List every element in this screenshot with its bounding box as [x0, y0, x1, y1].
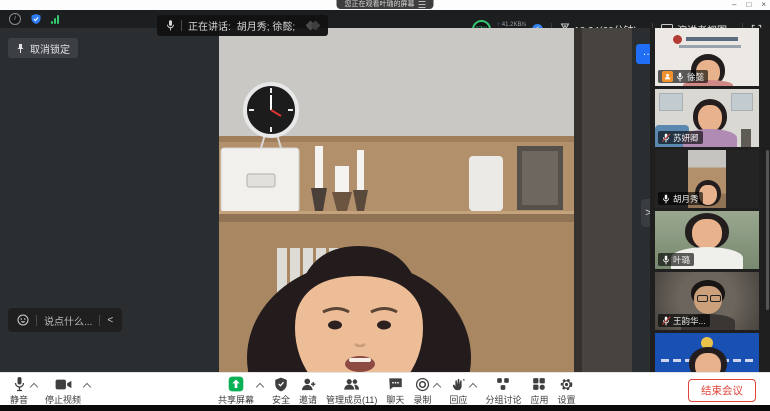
invite-button[interactable]: 邀请 — [299, 376, 317, 406]
participant-tile-liutao[interactable]: 刘涛 — [655, 333, 759, 372]
mic-muted-icon — [662, 316, 670, 326]
sidebar-scrollbar[interactable] — [766, 150, 769, 310]
share-screen-icon — [228, 376, 244, 392]
chat-input[interactable]: 说点什么... — [44, 313, 92, 328]
main-video-stage: 取消锁定 … 说点什么... < > — [0, 28, 650, 372]
record-options-caret[interactable] — [433, 383, 441, 391]
mic-options-caret[interactable] — [30, 383, 38, 391]
more-options-button[interactable]: … — [636, 44, 650, 64]
mute-button[interactable]: 静音 — [10, 376, 28, 406]
sidebar-toggle-handle[interactable]: > — [641, 199, 650, 227]
record-icon — [415, 376, 430, 392]
participant-tile-yelu[interactable]: 叶璐 — [655, 211, 759, 269]
chat-collapse-button[interactable]: < — [107, 315, 113, 326]
security-button[interactable]: 安全 — [272, 376, 290, 406]
participants-sidebar: 徐懿 苏妍卿 — [650, 28, 770, 372]
reaction-hand-icon — [451, 376, 466, 392]
bottom-strip — [0, 405, 770, 411]
apps-button[interactable]: 应用 — [530, 376, 548, 406]
end-meeting-button[interactable]: 结束会议 — [688, 379, 756, 402]
speaking-label: 正在讲话: — [188, 18, 231, 33]
participant-tile-wangyunhua[interactable]: 王韵华... — [655, 272, 759, 330]
meeting-topbar: i 正在讲话: 胡月秀; 徐懿; 27% ↑ 41.2KB/s CPU 46°C… — [0, 10, 770, 28]
participant-name: 徐懿 — [687, 71, 704, 83]
camera-icon — [55, 376, 72, 392]
participant-name: 王韵华... — [673, 315, 706, 327]
participant-name: 苏妍卿 — [673, 132, 699, 144]
participant-name: 叶璐 — [673, 254, 690, 266]
participant-tile-xuyi[interactable]: 徐懿 — [655, 28, 759, 86]
info-icon[interactable]: i — [9, 13, 21, 25]
mic-icon — [676, 72, 684, 82]
emoji-icon[interactable] — [17, 314, 29, 326]
unlock-label: 取消锁定 — [30, 41, 70, 56]
participant-video — [655, 333, 759, 372]
mic-icon — [166, 19, 175, 32]
meeting-toolbar: 静音 停止视频 共享屏幕 — [0, 372, 770, 406]
restore-button[interactable]: □ — [746, 0, 751, 10]
share-screen-button[interactable]: 共享屏幕 — [218, 376, 254, 406]
network-signal-icon — [51, 15, 59, 24]
breakout-rooms-icon — [496, 376, 510, 392]
pin-icon — [16, 43, 25, 54]
manage-participants-button[interactable]: 管理成员(11) — [326, 376, 377, 406]
participants-icon — [343, 376, 360, 392]
speaker-video — [219, 28, 632, 372]
minimize-button[interactable]: – — [732, 0, 736, 10]
speaker-video-scene — [219, 28, 632, 372]
invite-person-icon — [301, 376, 316, 392]
settings-button[interactable]: 设置 — [557, 376, 575, 406]
mic-muted-icon — [662, 133, 670, 143]
quick-chat-bar: 说点什么... < — [8, 308, 122, 332]
apps-grid-icon — [532, 376, 546, 392]
mic-icon — [662, 194, 670, 204]
speaking-names: 胡月秀; 徐懿; — [237, 18, 295, 33]
gear-icon — [559, 376, 574, 392]
chat-bubble-icon — [388, 376, 403, 392]
chat-button[interactable]: 聊天 — [386, 376, 404, 406]
watching-screen-pill[interactable]: 您正在观看叶璐的屏幕 — [337, 0, 434, 9]
speaking-status-pill: 正在讲话: 胡月秀; 徐懿; — [157, 15, 328, 36]
close-button[interactable]: × — [761, 0, 766, 10]
video-options-caret[interactable] — [83, 383, 91, 391]
menu-icon[interactable] — [419, 1, 426, 8]
participant-tile-suyanqing[interactable]: 苏妍卿 — [655, 89, 759, 147]
record-button[interactable]: 录制 — [413, 376, 431, 406]
breakout-rooms-button[interactable]: 分组讨论 — [485, 376, 521, 406]
share-options-caret[interactable] — [256, 383, 264, 391]
reactions-button[interactable]: 回应 — [449, 376, 467, 406]
meeting-logo-icon — [307, 22, 319, 29]
unlock-pin-button[interactable]: 取消锁定 — [8, 38, 78, 58]
shield-icon — [274, 376, 288, 392]
mic-icon — [662, 255, 670, 265]
participant-name: 胡月秀 — [673, 193, 699, 205]
participant-tile-huyuexiu[interactable]: 胡月秀 — [655, 150, 759, 208]
stop-video-button[interactable]: 停止视频 — [45, 376, 81, 406]
shield-check-icon[interactable] — [30, 13, 42, 25]
reactions-options-caret[interactable] — [469, 383, 477, 391]
watching-screen-label: 您正在观看叶璐的屏幕 — [345, 0, 415, 9]
raised-hand-badge-icon — [662, 71, 673, 82]
mic-icon — [13, 376, 26, 392]
university-seal — [673, 35, 682, 44]
